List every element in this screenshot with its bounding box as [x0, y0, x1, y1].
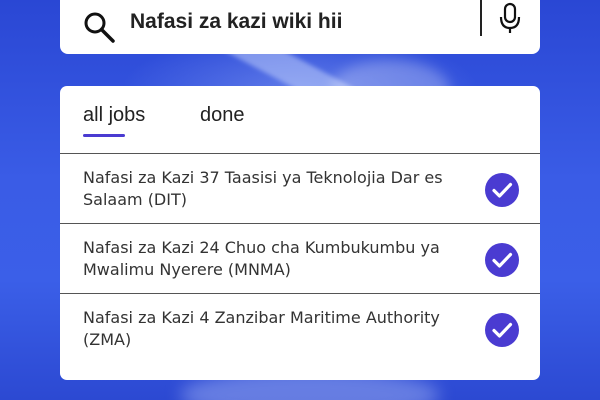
search-bar[interactable]: Nafasi za kazi wiki hii — [60, 0, 540, 54]
search-input[interactable]: Nafasi za kazi wiki hii — [130, 9, 342, 35]
job-title: Nafasi za Kazi 37 Taasisi ya Teknolojia … — [83, 168, 443, 209]
job-list-item[interactable]: Nafasi za Kazi 4 Zanzibar Maritime Autho… — [60, 294, 540, 364]
tab-done[interactable]: done — [200, 104, 245, 127]
active-tab-indicator — [83, 134, 125, 137]
job-list-item[interactable]: Nafasi za Kazi 24 Chuo cha Kumbukumbu ya… — [60, 224, 540, 294]
tab-all-jobs[interactable]: all jobs — [83, 104, 145, 127]
check-circle-icon[interactable] — [484, 172, 520, 208]
check-circle-icon[interactable] — [484, 312, 520, 348]
job-list-item[interactable]: Nafasi za Kazi 37 Taasisi ya Teknolojia … — [60, 154, 540, 224]
check-circle-icon[interactable] — [484, 242, 520, 278]
search-icon[interactable] — [80, 8, 120, 48]
microphone-icon[interactable] — [498, 2, 522, 38]
job-title: Nafasi za Kazi 24 Chuo cha Kumbukumbu ya… — [83, 238, 440, 279]
search-divider — [480, 0, 482, 36]
jobs-card: all jobs done Nafasi za Kazi 37 Taasisi … — [60, 86, 540, 380]
job-title: Nafasi za Kazi 4 Zanzibar Maritime Autho… — [83, 308, 440, 349]
tab-bar: all jobs done — [60, 86, 540, 154]
job-list: Nafasi za Kazi 37 Taasisi ya Teknolojia … — [60, 154, 540, 364]
